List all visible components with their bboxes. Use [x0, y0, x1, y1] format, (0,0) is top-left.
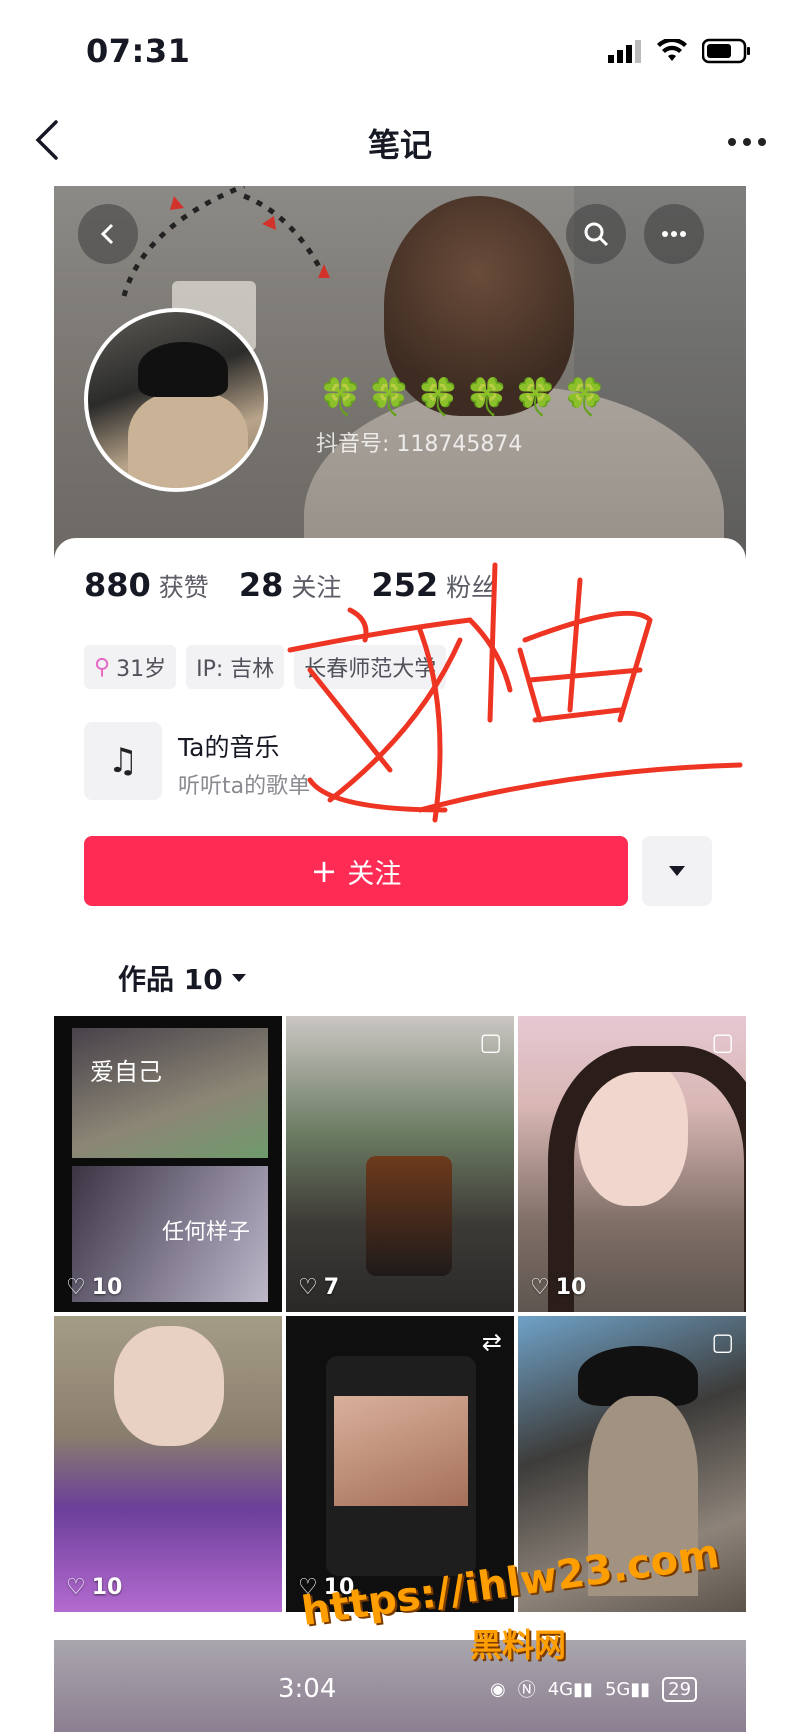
- works-tab[interactable]: 作品 10: [118, 958, 247, 998]
- handwritten-name: 刘迪: [287, 562, 743, 823]
- likes-count: ♡ 7: [298, 1275, 340, 1300]
- cover-back-button[interactable]: [78, 204, 138, 264]
- nickname-clovers: 🍀🍀🍀🍀🍀🍀: [318, 377, 611, 418]
- chevron-left-icon: [100, 223, 114, 245]
- album-icon: ▢: [711, 1028, 734, 1056]
- likes-count: ♡ 10: [66, 1275, 123, 1300]
- nfc-icon: Ⓝ: [517, 1680, 536, 1701]
- music-note-icon[interactable]: ♫: [84, 722, 162, 800]
- stat-likes[interactable]: 880 获赞: [84, 566, 209, 604]
- eye-icon: ◉: [490, 1678, 506, 1700]
- music-title[interactable]: Ta的音乐: [178, 728, 279, 764]
- heart-icon: ♡: [530, 1275, 550, 1300]
- heart-icon: ♡: [66, 1275, 86, 1300]
- page-title: 笔记: [367, 126, 432, 164]
- battery-icon: 29: [662, 1676, 698, 1702]
- wifi-icon: [657, 39, 687, 61]
- work-caption: 任何样子: [162, 1220, 251, 1245]
- watermark-site: 黑料网: [470, 1626, 567, 1664]
- caret-down-icon: [231, 974, 246, 982]
- more-dots-icon: [662, 231, 686, 237]
- work-item[interactable]: ♡ 10: [54, 1316, 282, 1612]
- heart-icon: ♡: [66, 1575, 86, 1600]
- status-time: 07:31: [86, 32, 191, 70]
- likes-count: ♡ 10: [530, 1275, 587, 1300]
- search-button[interactable]: [566, 204, 626, 264]
- profile-cover: 🍀🍀🍀🍀🍀🍀 抖音号: 118745874: [54, 186, 746, 586]
- battery-icon: [702, 38, 750, 64]
- work-item[interactable]: ▢ ♡ 10: [518, 1016, 746, 1312]
- more-icon[interactable]: [728, 138, 766, 146]
- work-item[interactable]: 爱自己 任何样子 ♡ 10: [54, 1016, 282, 1312]
- heart-icon: ♡: [298, 1275, 318, 1300]
- status-icons: [608, 38, 752, 64]
- work-item[interactable]: ▢ ♡ 7: [286, 1016, 514, 1312]
- album-icon: ▢: [479, 1028, 502, 1056]
- likes-count: ♡ 10: [66, 1575, 123, 1600]
- search-icon: [584, 222, 609, 247]
- age-tag: ⚲ 31岁: [84, 645, 177, 689]
- signal-icon: 4G▮▮: [547, 1678, 593, 1700]
- signal-icon: 5G▮▮: [604, 1678, 651, 1700]
- signal-icon: [608, 40, 641, 63]
- female-icon: ⚲: [94, 654, 111, 680]
- douyin-id[interactable]: 抖音号: 118745874: [316, 426, 522, 458]
- avatar[interactable]: [84, 308, 268, 492]
- decoration-arrows: [121, 186, 330, 297]
- overlay-status-icons: ◉ Ⓝ 4G▮▮ 5G▮▮ 29: [490, 1676, 698, 1702]
- works-grid: 爱自己 任何样子 ♡ 10 ▢ ♡ 7 ▢ ♡ 10 ♡ 10 ⇄ ♡ 10 ▢: [54, 1016, 746, 1612]
- repost-icon: ⇄: [481, 1328, 502, 1356]
- overlay-time: 3:04: [278, 1674, 337, 1704]
- album-icon: ▢: [711, 1328, 734, 1356]
- cover-more-button[interactable]: [644, 204, 704, 264]
- work-caption: 爱自己: [90, 1058, 162, 1086]
